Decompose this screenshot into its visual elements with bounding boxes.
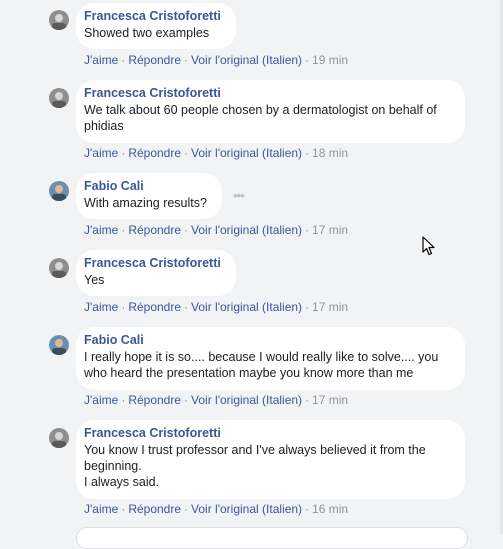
comment-actions: J'aime · Répondre · Voir l'original (Italien…	[84, 299, 348, 315]
avatar[interactable]	[49, 428, 69, 448]
like-link[interactable]: J'aime	[84, 502, 118, 516]
comment-author[interactable]: Fabio Cali	[84, 332, 457, 349]
separator: ·	[121, 146, 126, 160]
avatar[interactable]	[49, 335, 69, 355]
see-original-link[interactable]: Voir l'original (Italien)	[191, 146, 302, 160]
reply-link[interactable]: Répondre	[128, 393, 181, 407]
like-link[interactable]: J'aime	[84, 146, 118, 160]
like-link[interactable]: J'aime	[84, 53, 118, 67]
like-link[interactable]: J'aime	[84, 300, 118, 314]
reply-link[interactable]: Répondre	[128, 53, 181, 67]
comment-author[interactable]: Francesca Cristoforetti	[84, 425, 457, 442]
comment-bubble: Fabio Cali I really hope it is so.... be…	[76, 327, 465, 390]
comment-thread: Francesca Cristoforetti Showed two examp…	[0, 0, 503, 549]
comment-text: We talk about 60 people chosen by a derm…	[84, 103, 437, 133]
avatar[interactable]	[49, 258, 69, 278]
comment-author[interactable]: Fabio Cali	[84, 178, 214, 195]
separator: ·	[305, 393, 310, 407]
separator: ·	[184, 300, 189, 314]
separator: ·	[305, 223, 310, 237]
separator: ·	[305, 300, 310, 314]
comment-timestamp[interactable]: 17 min	[312, 300, 348, 314]
separator: ·	[121, 502, 126, 516]
like-link[interactable]: J'aime	[84, 393, 118, 407]
comment-timestamp[interactable]: 19 min	[312, 53, 348, 67]
comment-bubble: Francesca Cristoforetti Yes	[76, 250, 236, 296]
see-original-link[interactable]: Voir l'original (Italien)	[191, 502, 302, 516]
comment-timestamp[interactable]: 18 min	[312, 146, 348, 160]
avatar[interactable]	[49, 88, 69, 108]
separator: ·	[184, 53, 189, 67]
separator: ·	[305, 146, 310, 160]
comment-timestamp[interactable]: 17 min	[312, 223, 348, 237]
comment-author[interactable]: Francesca Cristoforetti	[84, 85, 457, 102]
comment-author[interactable]: Francesca Cristoforetti	[84, 8, 228, 25]
comment-text: With amazing results?	[84, 196, 207, 210]
separator: ·	[184, 146, 189, 160]
see-original-link[interactable]: Voir l'original (Italien)	[191, 300, 302, 314]
comment-bubble: Francesca Cristoforetti We talk about 60…	[76, 80, 465, 143]
avatar[interactable]	[49, 181, 69, 201]
separator: ·	[305, 53, 310, 67]
separator: ·	[121, 393, 126, 407]
mouse-pointer-icon	[422, 236, 436, 261]
reply-link[interactable]: Répondre	[128, 502, 181, 516]
comment-text: Showed two examples	[84, 26, 210, 40]
comment-bubble: Fabio Cali With amazing results?	[76, 173, 222, 219]
see-original-link[interactable]: Voir l'original (Italien)	[191, 223, 302, 237]
reply-link[interactable]: Répondre	[128, 146, 181, 160]
comment-text: I really hope it is so.... because I wou…	[84, 350, 439, 380]
comment-timestamp[interactable]: 17 min	[312, 393, 348, 407]
see-original-link[interactable]: Voir l'original (Italien)	[191, 393, 302, 407]
comment-actions: J'aime · Répondre · Voir l'original (Italien…	[84, 501, 348, 517]
separator: ·	[121, 223, 126, 237]
reply-link[interactable]: Répondre	[128, 300, 181, 314]
separator: ·	[184, 223, 189, 237]
comment-actions: J'aime · Répondre · Voir l'original (Italien…	[84, 222, 348, 238]
separator: ·	[184, 393, 189, 407]
comment-text: Yes	[84, 273, 105, 287]
comment-text: You know I trust professor and I've alwa…	[84, 443, 426, 489]
see-original-link[interactable]: Voir l'original (Italien)	[191, 53, 302, 67]
comment-bubble: Francesca Cristoforetti You know I trust…	[76, 420, 465, 499]
separator: ·	[305, 502, 310, 516]
next-comment-bubble	[76, 527, 468, 549]
more-horizontal-icon[interactable]: •••	[233, 189, 247, 203]
comment-author[interactable]: Francesca Cristoforetti	[84, 255, 228, 272]
comment-actions: J'aime · Répondre · Voir l'original (Italien…	[84, 52, 348, 68]
comment-actions: J'aime · Répondre · Voir l'original (Italien…	[84, 145, 348, 161]
like-link[interactable]: J'aime	[84, 223, 118, 237]
comment-timestamp[interactable]: 16 min	[312, 502, 348, 516]
comment-actions: J'aime · Répondre · Voir l'original (Italien…	[84, 392, 348, 408]
separator: ·	[184, 502, 189, 516]
reply-link[interactable]: Répondre	[128, 223, 181, 237]
separator: ·	[121, 53, 126, 67]
separator: ·	[121, 300, 126, 314]
comment-bubble: Francesca Cristoforetti Showed two examp…	[76, 3, 236, 49]
avatar[interactable]	[49, 10, 69, 30]
